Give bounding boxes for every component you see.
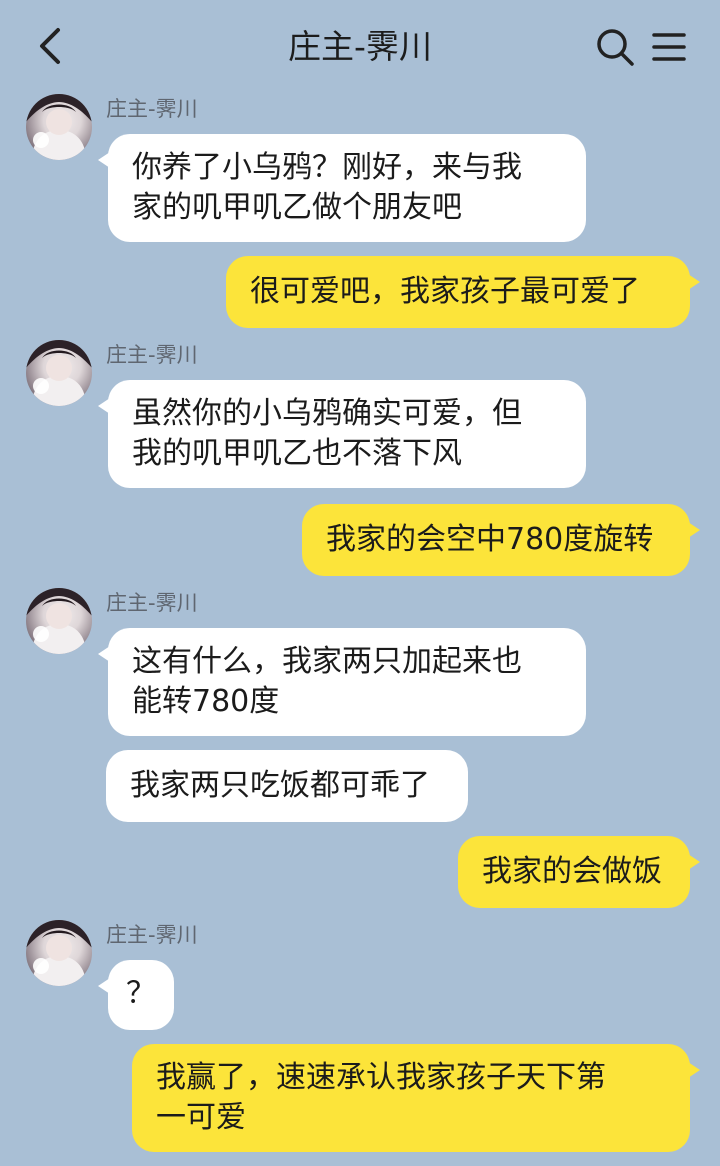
search-button[interactable] [594,26,636,68]
menu-icon [652,33,686,61]
sender-name: 庄主-霁川 [106,97,198,121]
outgoing-message-bubble[interactable]: 我家的会做饭 [458,836,700,908]
incoming-message-bubble[interactable]: ？ [98,960,174,1030]
avatar-image [26,94,92,160]
sender-name: 庄主-霁川 [106,343,198,367]
avatar[interactable] [26,94,92,160]
outgoing-message-bubble[interactable]: 我赢了，速速承认我家孩子天下第 一可爱 [132,1044,700,1152]
avatar[interactable] [26,920,92,986]
avatar-image [26,340,92,406]
avatar[interactable] [26,588,92,654]
avatar[interactable] [26,340,92,406]
chat-header: 庄主-霁川 [0,0,720,92]
incoming-message-bubble[interactable]: 我家两只吃饭都可乖了 [106,750,468,822]
sender-name: 庄主-霁川 [106,591,198,615]
outgoing-message-bubble[interactable]: 我家的会空中780度旋转 [302,504,700,576]
sender-name: 庄主-霁川 [106,923,198,947]
avatar-image [26,588,92,654]
search-icon [597,29,634,66]
menu-button[interactable] [648,26,690,68]
avatar-image [26,920,92,986]
incoming-message-bubble[interactable]: 虽然你的小乌鸦确实可爱，但 我的叽甲叽乙也不落下风 [98,380,586,488]
incoming-message-bubble[interactable]: 你养了小乌鸦？刚好，来与我 家的叽甲叽乙做个朋友吧 [98,134,586,242]
outgoing-message-bubble[interactable]: 很可爱吧，我家孩子最可爱了 [226,256,700,328]
incoming-message-bubble[interactable]: 这有什么，我家两只加起来也 能转780度 [98,628,586,736]
